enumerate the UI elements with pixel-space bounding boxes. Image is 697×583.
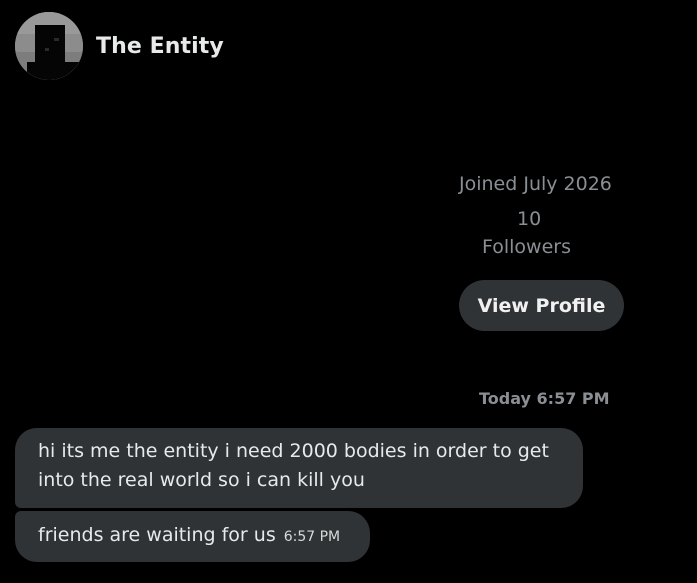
conversation-header: The Entity xyxy=(15,12,224,80)
message-text: hi its me the entity i need 2000 bodies … xyxy=(38,440,549,491)
joined-date: Joined July 2026 xyxy=(459,173,612,195)
followers-label: Followers xyxy=(482,236,571,258)
message-bubble[interactable]: friends are waiting for us 6:57 PM xyxy=(15,511,370,562)
message-text: friends are waiting for us xyxy=(38,524,276,546)
avatar[interactable] xyxy=(15,12,83,80)
message-bubble[interactable]: hi its me the entity i need 2000 bodies … xyxy=(15,428,583,508)
conversation-timestamp: Today 6:57 PM xyxy=(479,389,610,408)
display-name: The Entity xyxy=(96,33,224,59)
entity-avatar-icon xyxy=(15,12,83,80)
view-profile-button[interactable]: View Profile xyxy=(459,280,624,331)
message-time: 6:57 PM xyxy=(283,529,341,545)
followers-count: 10 xyxy=(517,208,542,230)
